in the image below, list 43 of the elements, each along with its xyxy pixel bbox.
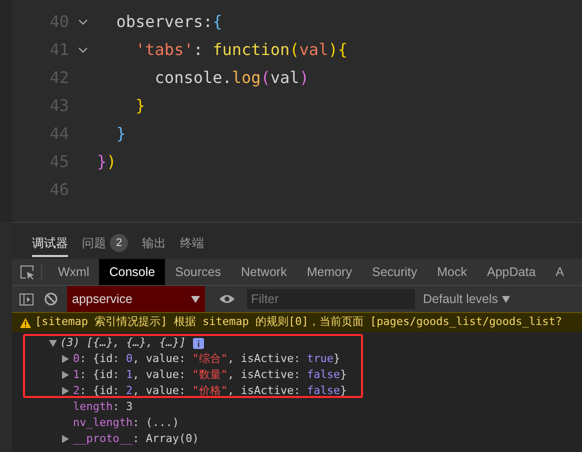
object-property: __proto__: Array(0)	[73, 431, 199, 447]
devtools-tab[interactable]: Memory	[296, 259, 362, 285]
fold-chevron-icon[interactable]	[78, 47, 88, 53]
devtools-tab[interactable]: Sources	[165, 259, 231, 285]
array-summary: (3) [{…}, {…}, {…}]	[60, 335, 186, 351]
object-property: nv_length: (...)	[73, 415, 179, 431]
object-property: 2: {id: 2, value: "价格", isActive: false}	[73, 383, 347, 399]
filter-field[interactable]: Filter	[247, 289, 415, 309]
devtools-tab[interactable]: Console	[99, 259, 166, 285]
panel-tab[interactable]: 调试器	[32, 231, 68, 257]
dropdown-caret-icon	[502, 296, 510, 302]
info-icon	[192, 338, 204, 348]
panel-tab[interactable]: 输出	[142, 231, 166, 257]
object-property: length: 3	[73, 399, 133, 415]
devtools-tab[interactable]: Network	[230, 259, 297, 285]
object-property: 0: {id: 0, value: "综合", isActive: true}	[73, 351, 340, 367]
code-line: }	[115, 123, 126, 145]
code-line: console.log(val)	[154, 67, 309, 89]
devtools-tab[interactable]: AppData	[477, 259, 546, 285]
warning-icon	[20, 318, 31, 328]
clear-console-icon[interactable]	[44, 292, 58, 306]
devtools-tab[interactable]: Wxml	[48, 259, 100, 285]
expand-triangle-icon[interactable]	[62, 435, 69, 443]
devtools-tab[interactable]: A	[546, 259, 574, 285]
panel-tab[interactable]: 终端	[180, 231, 204, 257]
code-line: observers:{	[115, 11, 222, 33]
warning-message: [sitemap 索引情况提示] 根据 sitemap 的规则[0]，当前页面 [pages/goods_list/goods_list?	[35, 314, 562, 330]
code-line: }	[134, 95, 146, 117]
sidebar-toggle-icon[interactable]	[19, 292, 34, 306]
dropdown-caret-icon	[191, 296, 200, 302]
panel-tab[interactable]: 问题 2	[82, 231, 128, 257]
code-line: })	[97, 151, 116, 173]
object-property: 1: {id: 1, value: "数量", isActive: false}	[73, 367, 347, 383]
levels-dropdown[interactable]: Default levels	[423, 290, 510, 308]
collapse-triangle-icon[interactable]	[49, 340, 57, 346]
count-badge: 2	[110, 234, 128, 252]
code-line: 'tabs': function(val){	[134, 39, 348, 61]
context-select[interactable]: appservice	[67, 286, 205, 312]
fold-chevron-icon[interactable]	[78, 19, 88, 25]
devtools-tab[interactable]: Mock	[427, 259, 478, 285]
devtools-tab[interactable]: Security	[362, 259, 428, 285]
inspect-element-icon[interactable]	[20, 264, 35, 280]
eye-icon[interactable]	[219, 294, 235, 304]
